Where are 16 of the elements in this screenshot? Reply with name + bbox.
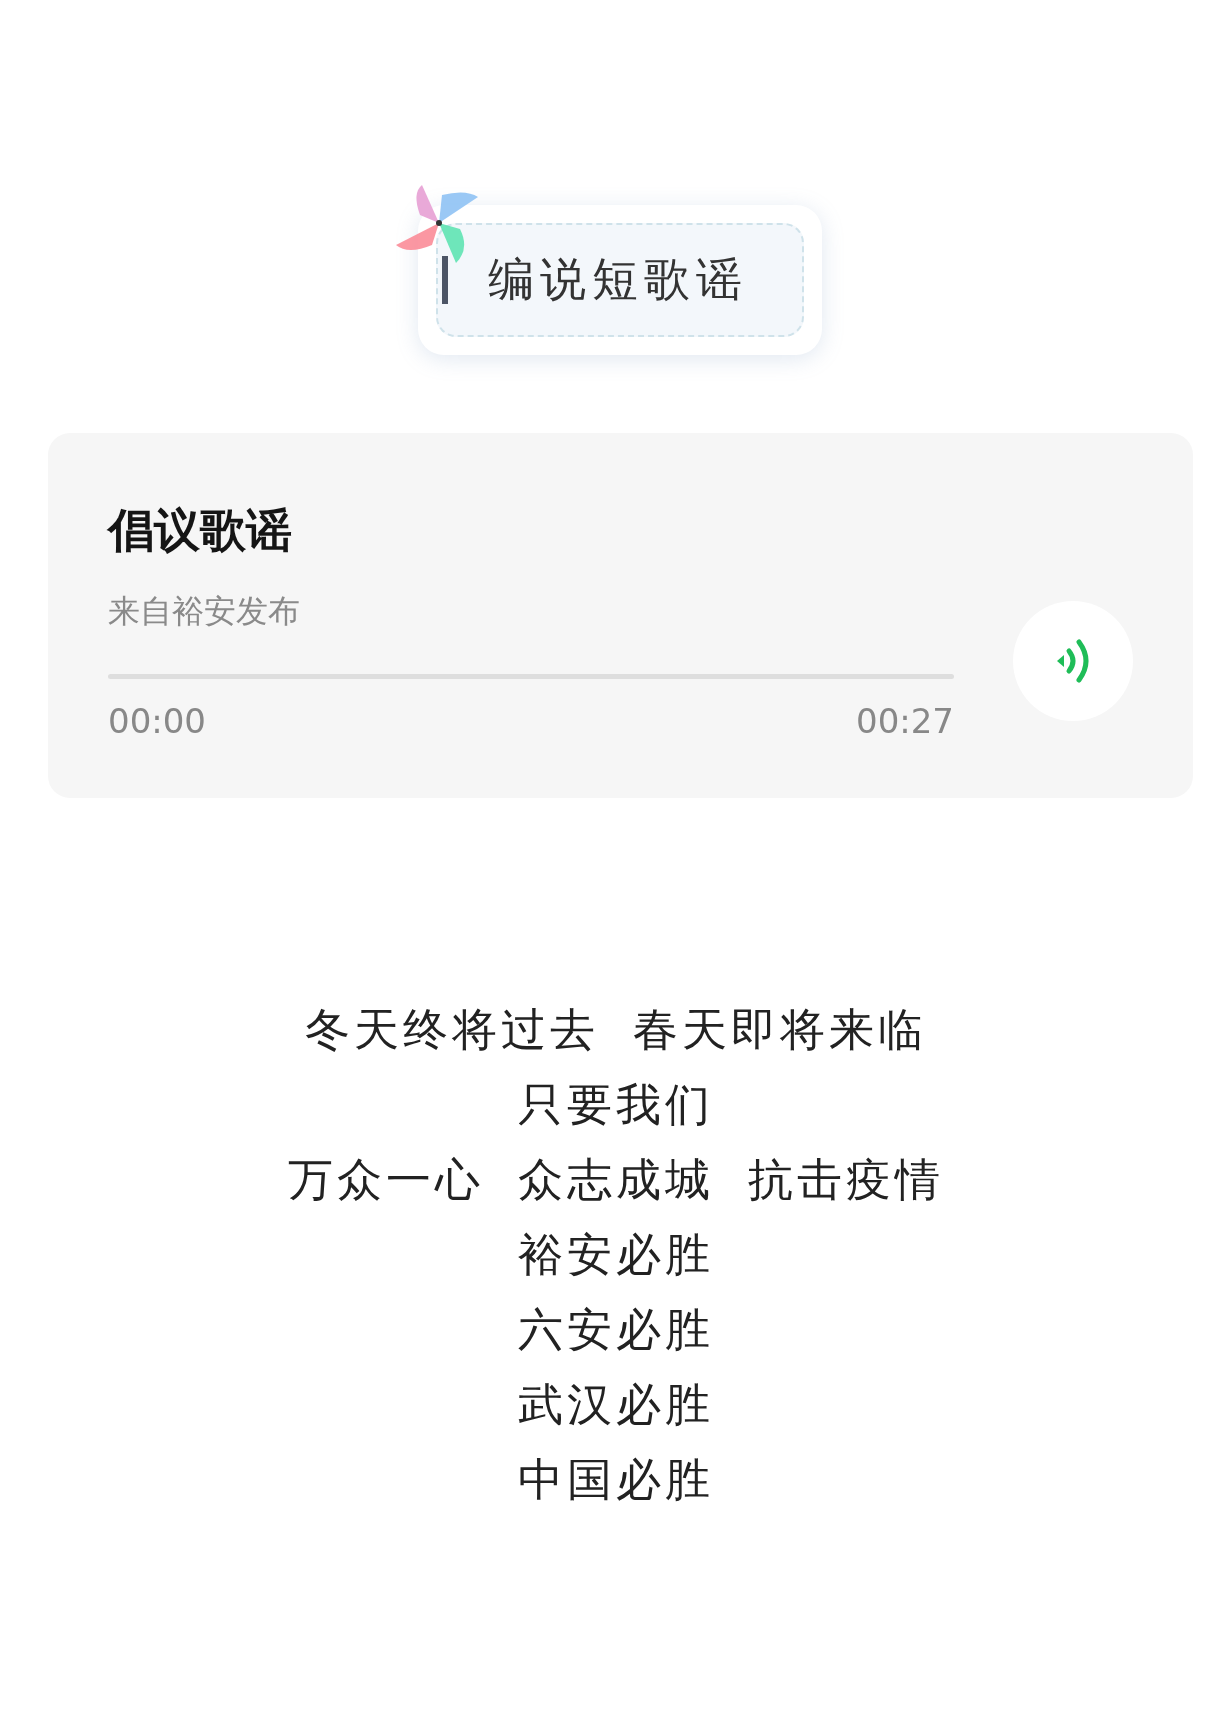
- progress-track[interactable]: [108, 674, 954, 679]
- lyric-text: 武汉必胜: [517, 1378, 714, 1431]
- lyric-text: 众志成城: [517, 1153, 714, 1206]
- lyric-text: 六安必胜: [517, 1303, 714, 1356]
- audio-source: 来自裕安发布: [108, 591, 301, 632]
- lyric-text: 冬天终将过去: [304, 1003, 599, 1056]
- lyric-text: 春天即将来临: [632, 1003, 927, 1056]
- elapsed-time: 00:00: [108, 701, 206, 741]
- header-title: 编说短歌谣: [488, 251, 748, 308]
- duration-time: 00:27: [856, 701, 954, 741]
- lyric-text: 中国必胜: [517, 1453, 714, 1506]
- lyric-text: 只要我们: [517, 1078, 714, 1131]
- lyric-text: 万众一心: [287, 1153, 484, 1206]
- lyric-text: 裕安必胜: [517, 1228, 714, 1281]
- audio-title: 倡议歌谣: [108, 502, 293, 559]
- lyric-text: 抗击疫情: [747, 1153, 944, 1206]
